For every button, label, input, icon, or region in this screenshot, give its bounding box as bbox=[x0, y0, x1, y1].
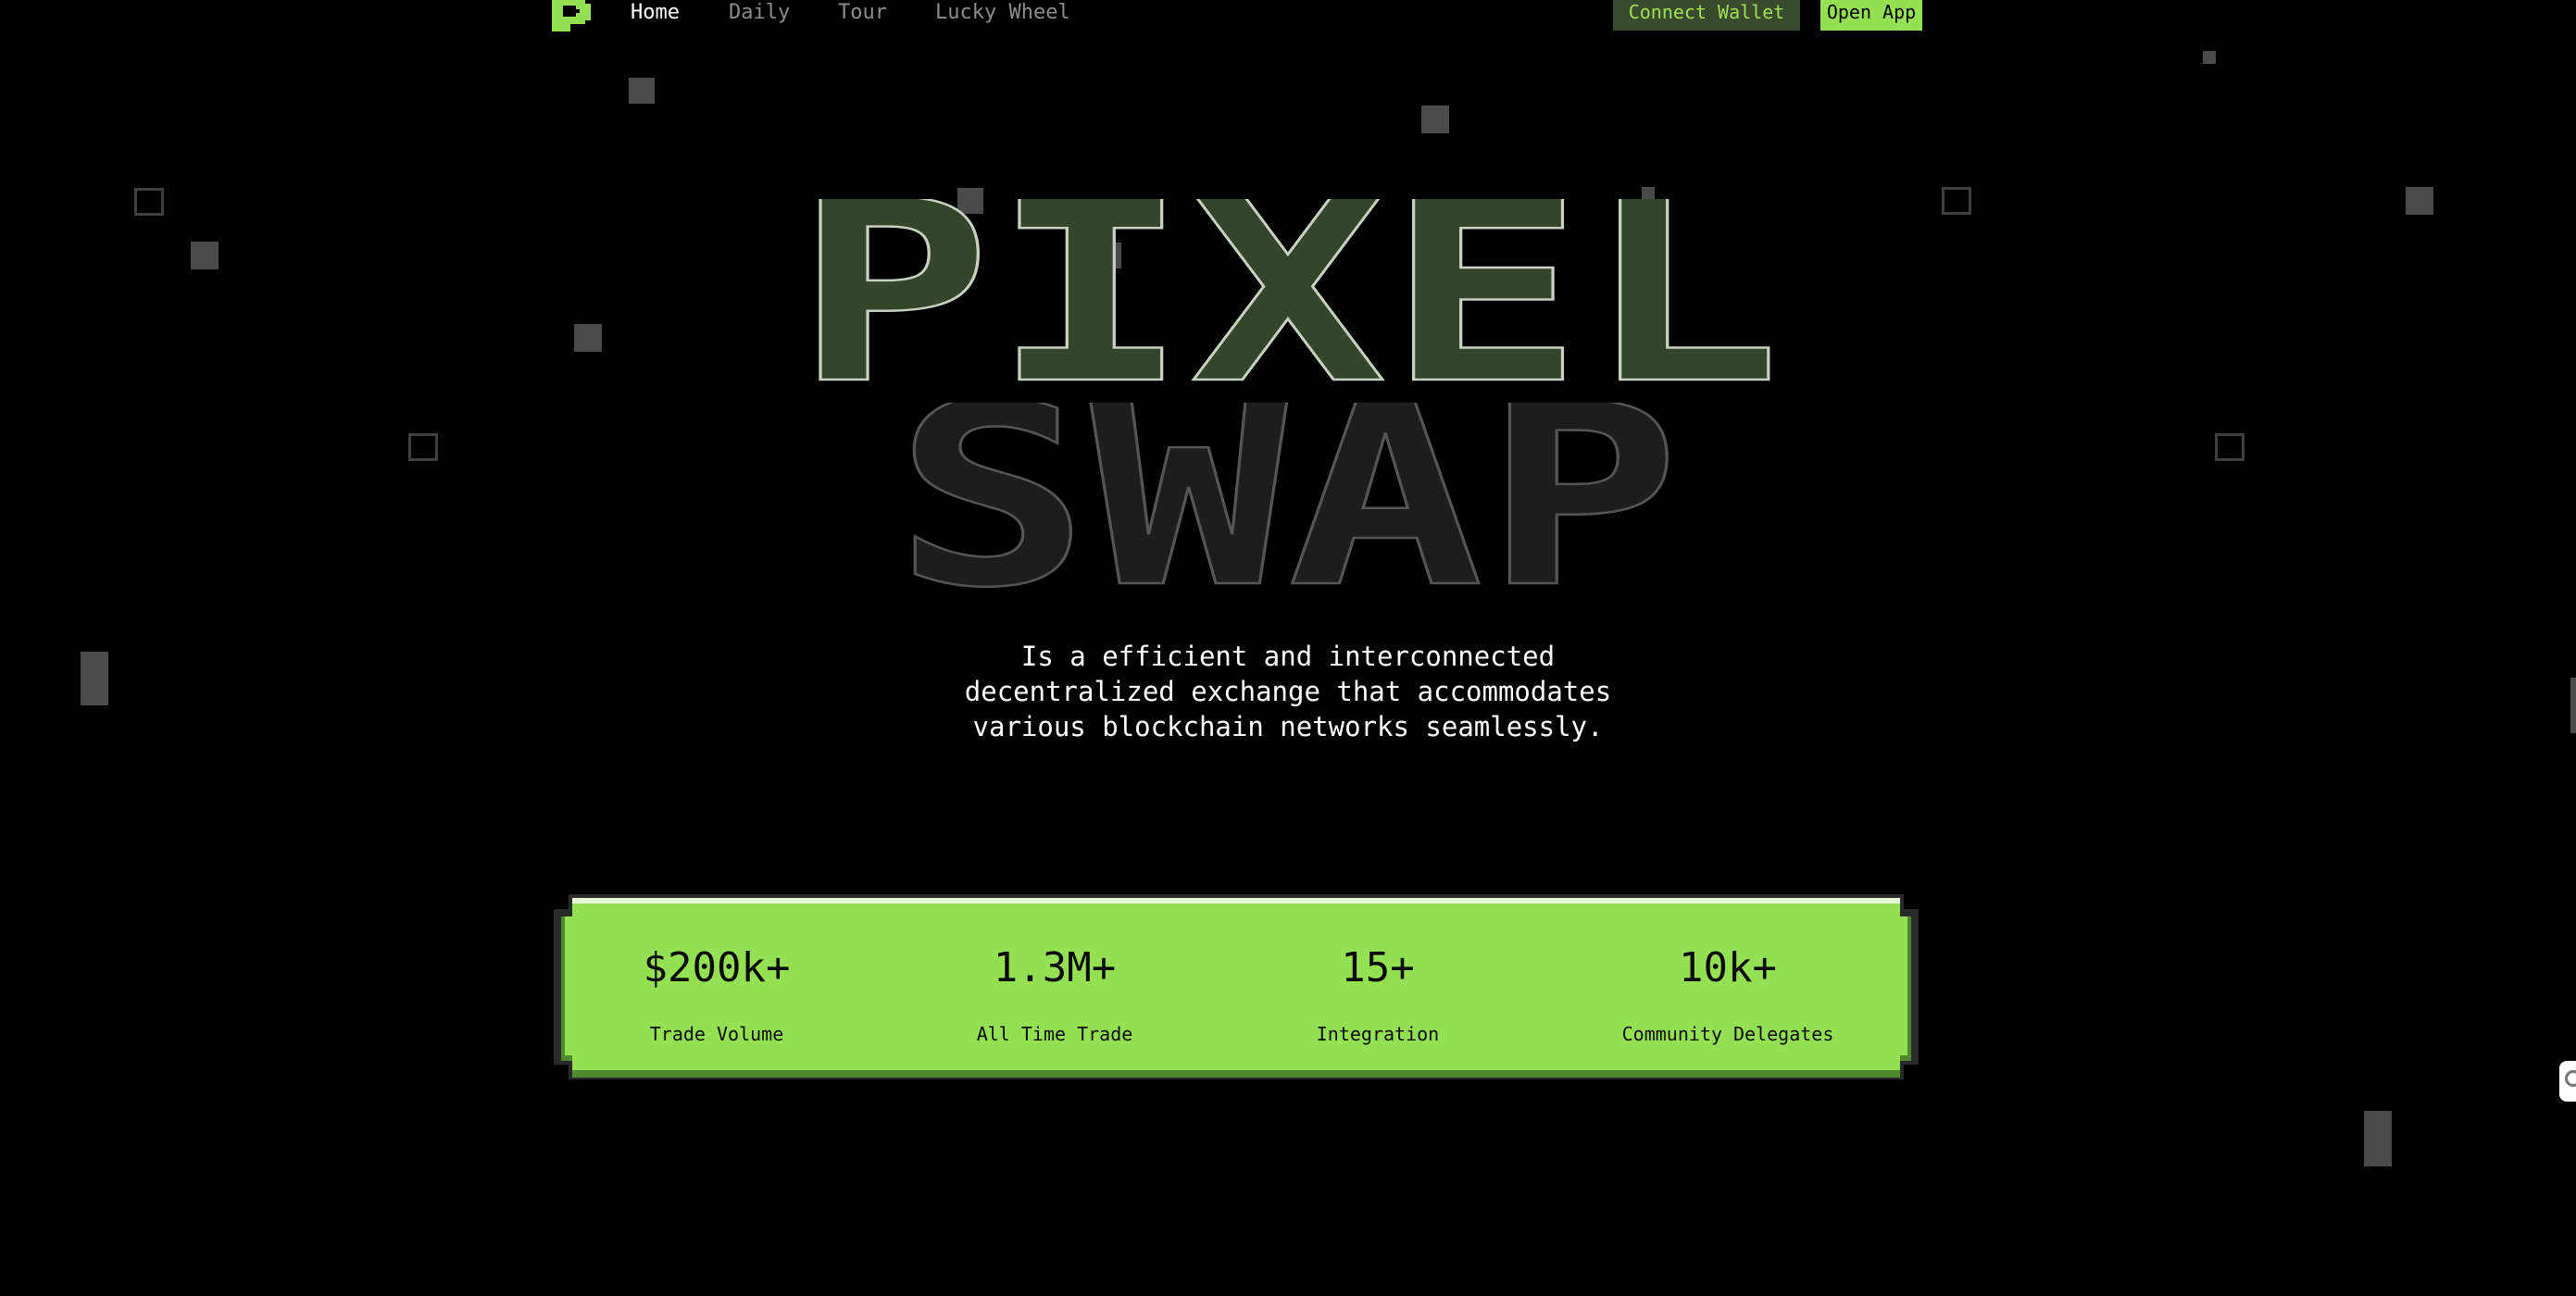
decor-square bbox=[2364, 1111, 2392, 1166]
stat-value: 15+ bbox=[1341, 944, 1415, 991]
stat-label: Community Delegates bbox=[1621, 1023, 1834, 1045]
nav-item-tour[interactable]: Tour bbox=[838, 0, 887, 26]
decor-square bbox=[1421, 106, 1449, 133]
stat-label: Trade Volume bbox=[649, 1023, 784, 1045]
stats-panel: $200k+ Trade Volume 1.3M+ All Time Trade… bbox=[554, 894, 1919, 1079]
top-nav: Home Daily Tour Lucky Wheel Connect Wall… bbox=[0, 0, 2576, 37]
decor-square bbox=[2570, 678, 2576, 733]
nav-item-home[interactable]: Home bbox=[631, 0, 680, 26]
hero-title-swap: SWAP bbox=[893, 403, 1682, 588]
stat-trade-volume: $200k+ Trade Volume bbox=[569, 944, 865, 1046]
tagline-line: decentralized exchange that accommodates bbox=[964, 676, 1612, 707]
logo-icon[interactable] bbox=[552, 0, 591, 31]
stat-value: $200k+ bbox=[643, 944, 791, 991]
decor-square bbox=[1642, 187, 1655, 200]
nav-item-daily[interactable]: Daily bbox=[729, 0, 790, 26]
decor-square bbox=[81, 652, 108, 705]
decor-square bbox=[2203, 51, 2216, 64]
side-widget-tab[interactable] bbox=[2559, 1061, 2576, 1102]
svg-text:PIXEL: PIXEL bbox=[794, 199, 1782, 384]
hero-tagline: Is a efficient and interconnected decent… bbox=[825, 639, 1751, 744]
stat-value: 1.3M+ bbox=[993, 944, 1117, 991]
stat-label: All Time Trade bbox=[976, 1023, 1133, 1045]
stat-all-time-trade: 1.3M+ All Time Trade bbox=[907, 944, 1203, 1046]
stat-community-delegates: 10k+ Community Delegates bbox=[1580, 944, 1876, 1046]
connect-wallet-button[interactable]: Connect Wallet bbox=[1613, 0, 1800, 31]
hero-title-pixel: PIXEL bbox=[794, 199, 1783, 384]
nav-item-lucky-wheel[interactable]: Lucky Wheel bbox=[935, 0, 1070, 26]
circle-icon bbox=[2565, 1070, 2576, 1087]
stat-integration: 15+ Integration bbox=[1230, 944, 1526, 1046]
stat-value: 10k+ bbox=[1679, 944, 1777, 991]
svg-text:SWAP: SWAP bbox=[894, 403, 1681, 588]
tagline-line: Is a efficient and interconnected bbox=[1020, 641, 1556, 672]
stat-label: Integration bbox=[1316, 1023, 1440, 1045]
decor-square bbox=[629, 78, 655, 104]
open-app-button[interactable]: Open App bbox=[1820, 0, 1922, 31]
tagline-line: various blockchain networks seamlessly. bbox=[972, 711, 1604, 742]
